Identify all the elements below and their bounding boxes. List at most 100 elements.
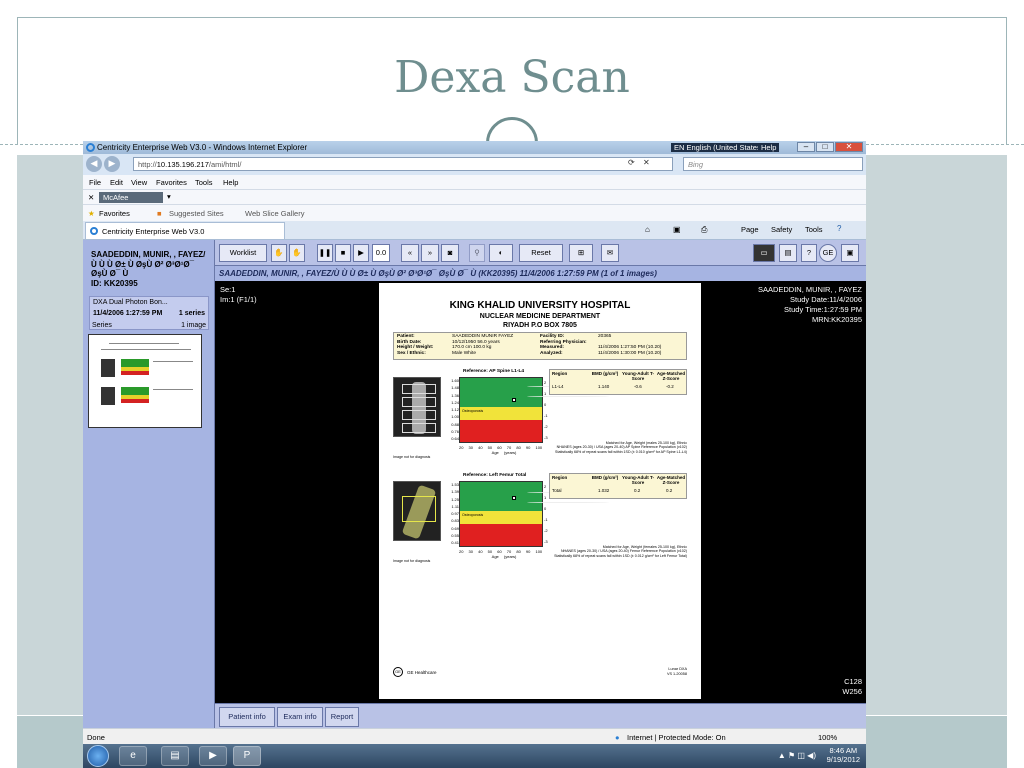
tab-report[interactable]: Report — [325, 707, 359, 727]
menu-favorites[interactable]: Favorites — [156, 178, 187, 187]
forward-icon[interactable]: ▶ — [104, 156, 120, 172]
stop-icon[interactable]: ■ — [335, 244, 351, 262]
tray-icons[interactable]: ▲ ⚑ ◫ ◀) — [778, 751, 816, 760]
help-icon[interactable]: ? — [837, 224, 841, 233]
femur-results-table: Region BMD (g/cm²) Young-Adult T-Score A… — [549, 473, 687, 499]
url-field[interactable]: http://10.135.196.217/ami/html/ — [133, 157, 673, 171]
femur-x-axis: 20 30 40 50 60 70 80 90 100 Age (years) — [459, 549, 549, 559]
side-band-left — [17, 155, 83, 715]
slide-title: Dexa Scan — [394, 52, 630, 103]
search-input[interactable]: Bing — [683, 157, 863, 171]
patient-info-labels: Patient: Birth Date: Height / Weight: Se… — [397, 334, 433, 356]
powerpoint-taskbar-icon[interactable]: P — [233, 746, 261, 766]
exam-info-labels: Facility ID: Referring Physician: Measur… — [540, 334, 587, 356]
window-level-icon[interactable]: ◐ — [489, 244, 513, 262]
tab-exam-info[interactable]: Exam info — [277, 707, 323, 727]
suggested-sites-icon: ■ — [157, 209, 162, 218]
maximize-button[interactable]: □ — [816, 142, 834, 152]
thumb-bone — [101, 359, 115, 377]
favorites-button[interactable]: Favorites — [99, 209, 130, 218]
hospital-address: RIYADH P.O BOX 7805 — [503, 322, 577, 329]
femur-reference-title: Reference: Left Femur Total — [463, 473, 527, 478]
home-icon[interactable]: ⌂ — [645, 225, 650, 234]
tool-icon[interactable]: ✋ — [271, 244, 287, 262]
address-bar: ◀ ▶ http://10.135.196.217/ami/html/ ⟳ ✕ … — [83, 154, 866, 175]
image-number: Im:1 (F1/1) — [220, 295, 257, 304]
vertebra-box — [402, 423, 436, 433]
browser-tab[interactable]: Centricity Enterprise Web V3.0 — [85, 222, 285, 239]
help-icon[interactable]: ? — [801, 244, 817, 262]
menu-edit[interactable]: Edit — [110, 178, 123, 187]
col-bmd: BMD (g/cm²) — [591, 475, 619, 480]
suggested-sites-link[interactable]: Suggested Sites — [169, 209, 224, 218]
menu-file[interactable]: File — [89, 178, 101, 187]
ie-taskbar-icon[interactable]: e — [119, 746, 147, 766]
chevron-down-icon[interactable]: ▾ — [167, 192, 171, 201]
page-menu[interactable]: Page — [741, 225, 759, 234]
browser-tab-label: Centricity Enterprise Web V3.0 — [102, 227, 205, 236]
spine-bmd-value: 1.140 — [598, 384, 610, 389]
email-icon[interactable]: ✉ — [601, 244, 619, 262]
menu-help[interactable]: Help — [223, 178, 238, 187]
close-button[interactable]: ✕ — [835, 142, 863, 152]
rewind-icon[interactable]: « — [401, 244, 419, 262]
y-tick: 1.36 — [451, 392, 459, 398]
hospital-name: KING KHALID UNIVERSITY HOSPITAL — [449, 300, 631, 311]
media-player-taskbar-icon[interactable]: ▶ — [199, 746, 227, 766]
t-tick: -2 — [544, 528, 548, 533]
fast-forward-icon[interactable]: » — [421, 244, 439, 262]
language-indicator[interactable]: EN English (United States) — [671, 143, 767, 152]
femur-region-value: Total — [552, 488, 562, 493]
patient-name: SAADEDDIN, MUNIR, , FAYEZ/Ù Ù Ù Ø± Ù ØşÙ… — [91, 250, 211, 288]
tab-patient-info[interactable]: Patient info — [219, 707, 275, 727]
back-icon[interactable]: ◀ — [86, 156, 102, 172]
exit-icon[interactable]: ▣ — [841, 244, 859, 262]
display-icon[interactable]: ◙ — [441, 244, 459, 262]
mcafee-button[interactable]: McAfee — [99, 192, 163, 203]
web-slice-gallery-link[interactable]: Web Slice Gallery — [245, 209, 304, 218]
play-icon[interactable]: ▶ — [353, 244, 369, 262]
thumb-line — [153, 361, 193, 362]
spine-z-value: -0.2 — [666, 384, 674, 389]
series-row[interactable]: Series 1 image — [89, 320, 209, 332]
report-icon[interactable]: ▤ — [779, 244, 797, 262]
y-tick: 0.88 — [451, 421, 459, 427]
tab-bar: Centricity Enterprise Web V3.0 ⌂ ▣ ⎙ Pag… — [83, 221, 866, 240]
patient-marker — [512, 496, 516, 500]
tool-icon[interactable]: ✋ — [289, 244, 305, 262]
worklist-button[interactable]: Worklist — [219, 244, 267, 262]
tools-menu[interactable]: Tools — [805, 225, 823, 234]
y-tick: 1.53 — [451, 482, 459, 487]
minimize-button[interactable]: – — [797, 142, 815, 152]
thumb-line — [101, 349, 191, 350]
window-width: W256 — [842, 687, 862, 696]
start-button[interactable] — [87, 745, 109, 767]
refresh-icon[interactable]: ⟳ — [628, 158, 635, 167]
close-toolbar-icon[interactable]: ✕ — [88, 193, 94, 202]
y-tick: 0.69 — [451, 525, 459, 531]
reset-button[interactable]: Reset — [519, 244, 563, 262]
zoom-level[interactable]: 100% — [818, 733, 837, 742]
help-button[interactable]: Help — [758, 143, 780, 152]
image-viewer[interactable]: Se:1 Im:1 (F1/1) SAADEDDIN, MUNIR, , FAY… — [215, 281, 866, 701]
explorer-taskbar-icon[interactable]: ▤ — [161, 746, 189, 766]
femur-bmd-value: 1.032 — [598, 488, 610, 493]
y-tick: 0.41 — [451, 540, 459, 546]
safety-menu[interactable]: Safety — [771, 225, 792, 234]
pause-icon[interactable]: ❚❚ — [317, 244, 333, 262]
menu-tools[interactable]: Tools — [195, 178, 213, 187]
frame-rate-field[interactable]: 0.0 — [372, 244, 390, 262]
monitor-icon[interactable]: ▭ — [753, 244, 775, 262]
y-tick: 1.60 — [451, 378, 459, 383]
clock[interactable]: 8:46 AM 9/19/2012 — [827, 746, 860, 764]
print-icon[interactable]: ⎙ — [701, 225, 707, 235]
window-title: Centricity Enterprise Web V3.0 - Windows… — [97, 143, 308, 152]
ge-logo-icon[interactable]: GE — [819, 244, 837, 262]
series-thumbnail[interactable] — [88, 334, 202, 428]
feeds-icon[interactable]: ▣ — [673, 225, 681, 234]
layout-icon[interactable]: ⊞ — [569, 244, 593, 262]
security-zone[interactable]: Internet | Protected Mode: On — [627, 733, 726, 742]
menu-view[interactable]: View — [131, 178, 147, 187]
col-z-score: Age-Matched Z-Score — [656, 371, 686, 381]
stop-icon[interactable]: ✕ — [643, 158, 650, 167]
